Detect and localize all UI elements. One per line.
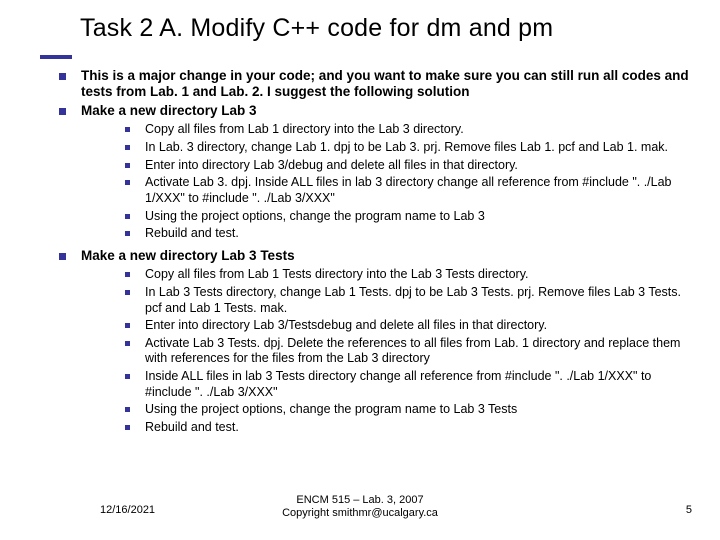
sub-bullet-item: Copy all files from Lab 1 Tests director… [121, 267, 690, 283]
bullet-list-level2: Copy all files from Lab 1 directory into… [81, 122, 690, 241]
sub-bullet-item: Copy all files from Lab 1 directory into… [121, 122, 690, 138]
sub-bullet-item: Using the project options, change the pr… [121, 209, 690, 225]
sub-bullet-text: Using the project options, change the pr… [145, 402, 517, 416]
slide: Task 2 A. Modify C++ code for dm and pm … [0, 0, 720, 540]
sub-bullet-text: Enter into directory Lab 3/Testsdebug an… [145, 318, 547, 332]
bullet-list-level1: This is a major change in your code; and… [55, 68, 690, 436]
sub-bullet-text: Rebuild and test. [145, 420, 239, 434]
sub-bullet-item: Inside ALL files in lab 3 Tests director… [121, 369, 690, 400]
sub-bullet-text: Using the project options, change the pr… [145, 209, 485, 223]
sub-bullet-item: Enter into directory Lab 3/debug and del… [121, 158, 690, 174]
footer-line2: Copyright smithmr@ucalgary.ca [282, 507, 438, 519]
title-accent-bar [40, 55, 72, 59]
bullet-list-level2: Copy all files from Lab 1 Tests director… [81, 267, 690, 435]
sub-bullet-item: Using the project options, change the pr… [121, 402, 690, 418]
bullet-text: This is a major change in your code; and… [81, 68, 689, 99]
footer-page-number: 5 [686, 504, 692, 516]
sub-bullet-item: Rebuild and test. [121, 226, 690, 242]
bullet-item: Make a new directory Lab 3 Tests Copy al… [55, 248, 690, 436]
sub-bullet-text: Activate Lab 3. dpj. Inside ALL files in… [145, 175, 672, 205]
bullet-item: Make a new directory Lab 3 Copy all file… [55, 103, 690, 242]
sub-bullet-text: Copy all files from Lab 1 Tests director… [145, 267, 529, 281]
sub-bullet-text: Enter into directory Lab 3/debug and del… [145, 158, 518, 172]
slide-title: Task 2 A. Modify C++ code for dm and pm [80, 14, 553, 43]
bullet-text: Make a new directory Lab 3 [81, 103, 257, 118]
footer-center: ENCM 515 – Lab. 3, 2007 Copyright smithm… [0, 494, 720, 520]
footer-line1: ENCM 515 – Lab. 3, 2007 [296, 494, 423, 506]
sub-bullet-text: Rebuild and test. [145, 226, 239, 240]
sub-bullet-item: Activate Lab 3 Tests. dpj. Delete the re… [121, 336, 690, 367]
sub-bullet-text: Activate Lab 3 Tests. dpj. Delete the re… [145, 336, 680, 366]
sub-bullet-text: Copy all files from Lab 1 directory into… [145, 122, 464, 136]
sub-bullet-item: In Lab 3 Tests directory, change Lab 1 T… [121, 285, 690, 316]
sub-bullet-item: Rebuild and test. [121, 420, 690, 436]
sub-bullet-text: In Lab. 3 directory, change Lab 1. dpj t… [145, 140, 668, 154]
slide-body: This is a major change in your code; and… [55, 68, 690, 442]
bullet-text: Make a new directory Lab 3 Tests [81, 248, 295, 263]
sub-bullet-item: Enter into directory Lab 3/Testsdebug an… [121, 318, 690, 334]
sub-bullet-item: Activate Lab 3. dpj. Inside ALL files in… [121, 175, 690, 206]
sub-bullet-item: In Lab. 3 directory, change Lab 1. dpj t… [121, 140, 690, 156]
bullet-item: This is a major change in your code; and… [55, 68, 690, 101]
sub-bullet-text: Inside ALL files in lab 3 Tests director… [145, 369, 651, 399]
sub-bullet-text: In Lab 3 Tests directory, change Lab 1 T… [145, 285, 681, 315]
